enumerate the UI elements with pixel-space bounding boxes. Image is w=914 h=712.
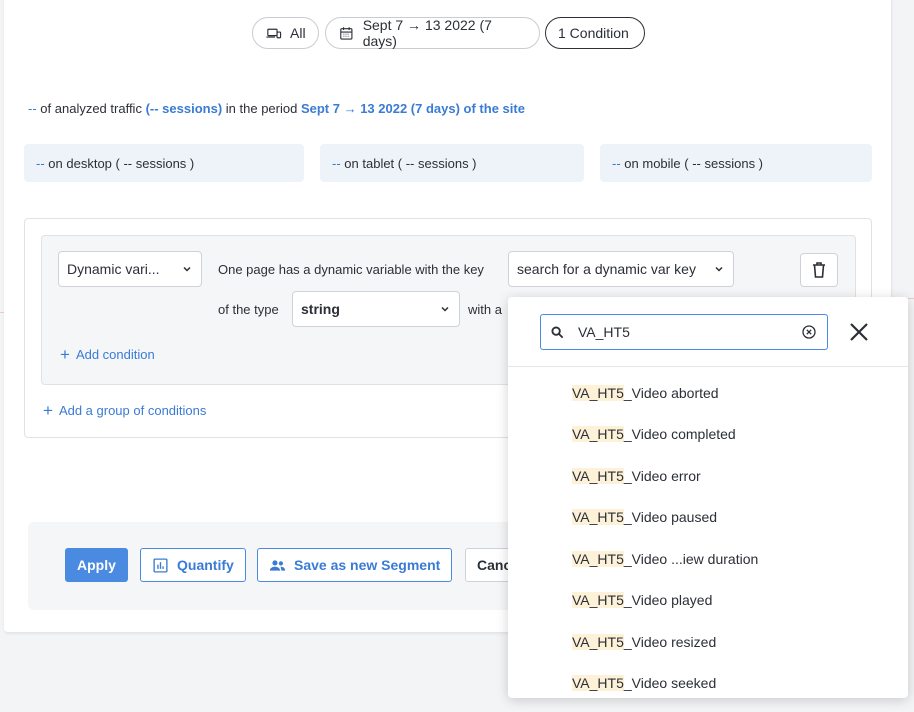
list-item[interactable]: VA_HT5 _Video completed — [508, 414, 908, 456]
desktop-value: -- — [36, 155, 45, 171]
list-item[interactable]: VA_HT5 _Video aborted — [508, 372, 908, 414]
mobile-value: -- — [612, 155, 621, 171]
apply-button[interactable]: Apply — [65, 548, 128, 582]
dropdown-header — [508, 297, 908, 367]
close-icon[interactable] — [848, 321, 870, 343]
match-highlight: VA_HT5 — [572, 592, 624, 609]
bar-chart-icon — [153, 557, 168, 573]
mobile-label: on mobile ( -- sessions ) — [624, 155, 764, 171]
users-icon — [269, 559, 286, 571]
match-highlight: VA_HT5 — [572, 384, 624, 401]
item-suffix: _Video aborted — [623, 384, 719, 401]
item-suffix: _Video resized — [623, 633, 717, 650]
period-filter-pill[interactable]: Sept 7 → 13 2022 (7 days) — [325, 17, 540, 49]
plus-icon: + — [60, 345, 70, 364]
delete-condition-button[interactable] — [800, 253, 838, 287]
desktop-stat: -- on desktop ( -- sessions ) — [24, 144, 304, 182]
add-group-link[interactable]: + Add a group of conditions — [43, 402, 206, 419]
add-condition-label: Add condition — [75, 347, 155, 362]
save-segment-button[interactable]: Save as new Segment — [257, 548, 453, 582]
item-suffix: _Video error — [623, 467, 701, 484]
list-item[interactable]: VA_HT5 _Video paused — [508, 497, 908, 539]
search-icon — [551, 325, 564, 338]
traffic-text: of analyzed traffic — [40, 101, 142, 116]
apply-label: Apply — [77, 557, 116, 573]
background-line — [908, 298, 914, 299]
dynamic-key-search-box[interactable] — [540, 314, 828, 350]
traffic-value: -- — [28, 101, 37, 116]
item-suffix: _Video completed — [623, 426, 736, 443]
tablet-label: on tablet ( -- sessions ) — [344, 155, 477, 171]
condition-type-select[interactable]: Dynamic vari... — [58, 251, 202, 287]
plus-icon: + — [43, 401, 53, 420]
key-label: One page has a dynamic variable with the… — [218, 262, 484, 277]
match-highlight: VA_HT5 — [572, 467, 624, 484]
condition-type-value: Dynamic vari... — [67, 261, 160, 277]
chevron-down-icon — [183, 266, 191, 272]
clear-circle-icon[interactable] — [802, 325, 816, 339]
with-label: with a — [468, 302, 502, 317]
match-highlight: VA_HT5 — [572, 550, 624, 567]
match-highlight: VA_HT5 — [572, 675, 624, 692]
save-segment-label: Save as new Segment — [294, 557, 441, 573]
match-highlight: VA_HT5 — [572, 633, 624, 650]
trash-icon — [813, 262, 825, 278]
tablet-value: -- — [332, 155, 341, 171]
value-type-select[interactable]: string — [292, 291, 460, 327]
item-suffix: _Video seeked — [623, 675, 717, 692]
cancel-label: Canc — [477, 557, 512, 573]
mobile-stat: -- on mobile ( -- sessions ) — [600, 144, 872, 182]
desktop-label: on desktop ( -- sessions ) — [48, 155, 195, 171]
list-item[interactable]: VA_HT5 _Video played — [508, 580, 908, 622]
dynamic-key-placeholder: search for a dynamic var key — [517, 261, 696, 277]
chevron-down-icon — [441, 306, 449, 312]
period-text: in the period — [225, 101, 298, 116]
tablet-stat: -- on tablet ( -- sessions ) — [320, 144, 584, 182]
value-type-value: string — [301, 301, 340, 317]
quantify-label: Quantify — [177, 557, 234, 573]
dynamic-key-results: VA_HT5 _Video aborted VA_HT5 _Video comple… — [508, 372, 908, 698]
list-item[interactable]: VA_HT5 _Video seeked — [508, 663, 908, 699]
match-highlight: VA_HT5 — [572, 509, 624, 526]
condition-filter-label: 1 Condition — [558, 25, 629, 41]
calendar-icon — [340, 26, 353, 40]
device-filter-label: All — [290, 25, 306, 41]
period-filter-label: Sept 7 → 13 2022 (7 days) — [362, 17, 492, 49]
item-suffix: _Video played — [623, 592, 713, 609]
device-filter-pill[interactable]: All — [252, 17, 319, 49]
dynamic-key-dropdown: VA_HT5_Video aborted VA_HT5_Video comple… — [508, 297, 908, 698]
list-item[interactable]: VA_HT5 _Video resized — [508, 621, 908, 663]
add-group-label: Add a group of conditions — [58, 403, 207, 418]
quantify-button[interactable]: Quantify — [140, 548, 246, 582]
actions-bar: Apply Quantify Save as new Segment Canc — [28, 522, 588, 610]
list-item[interactable]: VA_HT5 _Video ...iew duration — [508, 538, 908, 580]
traffic-summary: -- of analyzed traffic (-- sessions) in … — [28, 101, 525, 116]
dynamic-key-search-input[interactable] — [578, 324, 778, 340]
devices-icon — [266, 28, 282, 38]
period-link[interactable]: Sept 7 → 13 2022 (7 days) of the site — [301, 101, 525, 116]
sessions-count: (-- sessions) — [145, 101, 223, 116]
condition-filter-pill[interactable]: 1 Condition — [545, 17, 645, 49]
type-label: of the type — [218, 302, 279, 317]
list-item[interactable]: VA_HT5 _Video error — [508, 455, 908, 497]
dynamic-key-select[interactable]: search for a dynamic var key — [508, 251, 734, 287]
item-suffix: _Video paused — [623, 509, 718, 526]
match-highlight: VA_HT5 — [572, 426, 624, 443]
add-condition-link[interactable]: + Add condition — [60, 346, 155, 363]
chevron-down-icon — [715, 266, 723, 272]
item-suffix: _Video ...iew duration — [623, 550, 759, 567]
